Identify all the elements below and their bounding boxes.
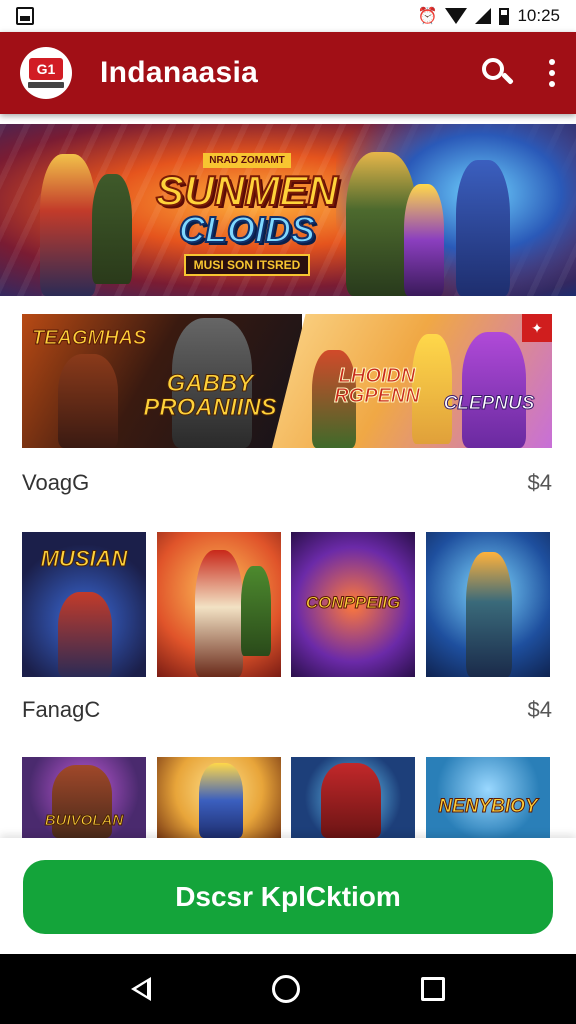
- cta-container: Dscsr KplCktiom: [0, 838, 576, 954]
- hero-title-box: NRAD ZOMAMT SUNMEN CLOIDS MUSI SON ITSRE…: [152, 150, 342, 276]
- game-tile-character: [321, 763, 381, 838]
- hero-kicker: NRAD ZOMAMT: [203, 153, 291, 168]
- section-2-count: $4: [527, 697, 552, 722]
- search-icon[interactable]: [480, 56, 514, 90]
- featured-character-5: [462, 332, 526, 448]
- signal-icon: [475, 8, 492, 24]
- status-bar: ⏰ 10:25: [0, 0, 576, 32]
- game-tile[interactable]: [157, 757, 281, 838]
- featured-character-1: [58, 354, 118, 448]
- section-1-count: $4: [527, 470, 552, 495]
- hero-character-left-2: [92, 174, 132, 284]
- recents-icon[interactable]: [421, 977, 446, 1001]
- game-tile[interactable]: CONPPEIIG: [291, 532, 415, 677]
- featured-right-title: LHOIDN RGPENN: [334, 365, 421, 407]
- hero-title-line1: SUNMEN: [155, 167, 339, 214]
- game-tile-character: [195, 550, 243, 677]
- home-icon[interactable]: [271, 975, 300, 1003]
- app-logo[interactable]: G1: [20, 47, 72, 99]
- section-1-header: VoagG $4: [22, 470, 552, 496]
- system-nav-bar: [0, 954, 576, 1024]
- featured-left-top-text: TEAGMHAS: [31, 327, 147, 349]
- hero-character-right-2: [404, 184, 444, 296]
- game-tile[interactable]: BUIVOLAN: [22, 757, 146, 838]
- gallery-notification-icon: [16, 7, 34, 25]
- status-time: 10:25: [517, 6, 560, 25]
- hero-banner[interactable]: NRAD ZOMAMT SUNMEN CLOIDS MUSI SON ITSRE…: [0, 124, 576, 296]
- primary-cta-button[interactable]: Dscsr KplCktiom: [23, 860, 553, 934]
- game-tile[interactable]: [291, 757, 415, 838]
- hero-character-left: [40, 154, 96, 296]
- game-tile[interactable]: [426, 532, 550, 677]
- game-tile-title: NENYBIOY: [438, 796, 538, 817]
- battery-icon: [499, 7, 510, 25]
- alarm-icon: ⏰: [417, 8, 438, 25]
- featured-left-title: GABBY PROANIINS: [143, 370, 277, 421]
- game-tile-title: BUIVOLAN: [44, 812, 124, 829]
- featured-right-subtitle: CLEPNUS: [443, 393, 535, 414]
- back-icon[interactable]: [130, 977, 151, 1001]
- game-tile-title: CONPPEIIG: [305, 593, 401, 612]
- section-2-header: FanagC $4: [22, 697, 552, 723]
- game-tile[interactable]: NENYBIOY: [426, 757, 550, 838]
- game-tile-title: MUSIAN: [40, 546, 128, 571]
- section-2-label: FanagC: [22, 697, 101, 722]
- game-tile-character: [199, 763, 243, 838]
- featured-banner[interactable]: TEAGMHAS GABBY PROANIINS LHOIDN RGPENN C…: [22, 314, 552, 448]
- game-tile-character: [58, 592, 112, 677]
- wifi-icon: [445, 8, 468, 24]
- app-bar: G1 Indanaasia: [0, 32, 576, 114]
- game-tile-character-2: [241, 566, 271, 656]
- logo-mark: G1: [29, 58, 63, 80]
- logo-strip: [28, 82, 64, 88]
- hero-title-line2: CLOIDS: [178, 209, 316, 250]
- more-options-icon[interactable]: [548, 59, 556, 87]
- game-tile-character: [466, 552, 512, 677]
- hero-character-right-3: [456, 160, 510, 296]
- featured-badge-icon: ✦: [522, 314, 552, 342]
- game-tile[interactable]: MUSIAN: [22, 532, 146, 677]
- hero-tagline: MUSI SON ITSRED: [183, 254, 311, 276]
- app-title: Indanaasia: [100, 56, 259, 89]
- game-tile[interactable]: [157, 532, 281, 677]
- section-1-label: VoagG: [22, 470, 90, 495]
